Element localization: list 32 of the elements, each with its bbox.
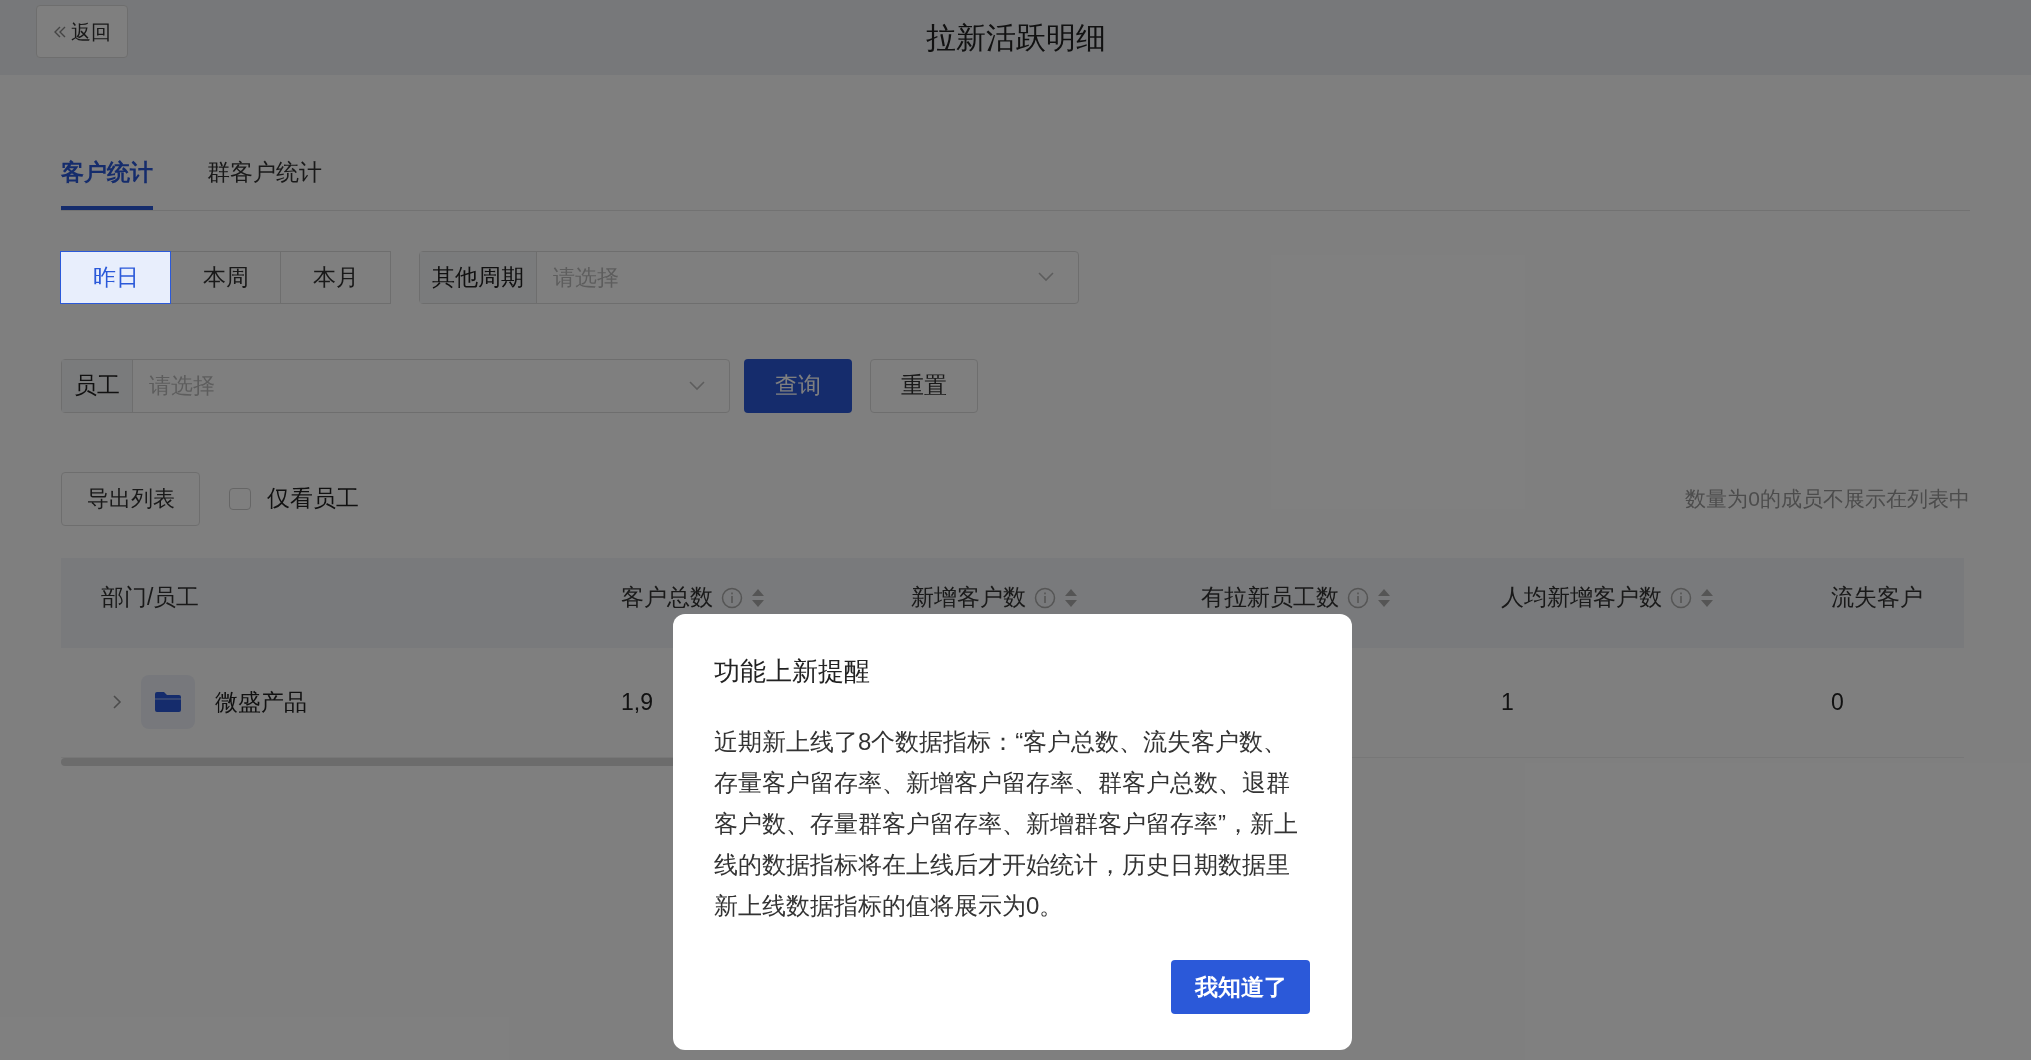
checkbox-label: 仅看员工 (267, 484, 359, 514)
period-button[interactable]: 本周 (170, 250, 281, 304)
page-title: 拉新活跃明细 (925, 20, 1106, 56)
field-label: 其他周期 (420, 251, 537, 303)
tab[interactable]: 客户统计 (61, 155, 153, 210)
column-header: 新增客户数 (911, 583, 1026, 613)
column-header: 部门/员工 (101, 583, 200, 613)
column-header: 人均新增客户数 (1501, 583, 1662, 613)
export-button[interactable]: 导出列表 (61, 471, 200, 526)
period-button[interactable]: 昨日 (60, 250, 171, 304)
query-button[interactable]: 查询 (744, 358, 852, 413)
checkbox[interactable] (229, 487, 251, 510)
chevron-down-icon (1038, 272, 1054, 282)
reset-button[interactable]: 重置 (870, 358, 978, 413)
column-header: 流失客户 (1831, 583, 1923, 613)
field-label: 员工 (62, 359, 133, 412)
table-cell-text: 0 (1831, 687, 1844, 717)
confirm-button[interactable]: 我知道了 (1171, 960, 1310, 1014)
table-cell-text: 1,9 (621, 687, 653, 717)
back-button[interactable]: 返回 (36, 5, 128, 58)
column-header: 客户总数 (621, 583, 713, 613)
period-button[interactable]: 本月 (280, 250, 391, 304)
table-cell-text: 微盛产品 (215, 687, 307, 717)
dialog-message: 近期新上线了8个数据指标：“客户总数、流失客户数、存量客户留存率、新增客户留存率、群客户总数、退群客户数、存量群客户留存率、新增群客户留存率”，新上线的数据指标将在上线后才开始统计，历史日期数据里新上线数据指标的值将展示为0。 (714, 727, 1299, 921)
tab[interactable]: 群客户统计 (207, 155, 322, 210)
column-header: 有拉新员工数 (1201, 583, 1339, 613)
table-cell-text: 1 (1501, 687, 1514, 717)
chevron-down-icon (689, 380, 705, 391)
double-chevron-left-icon (53, 24, 67, 39)
dialog-title: 功能上新提醒 (714, 655, 871, 688)
folder-icon (141, 675, 195, 729)
expand-icon[interactable] (111, 694, 123, 710)
